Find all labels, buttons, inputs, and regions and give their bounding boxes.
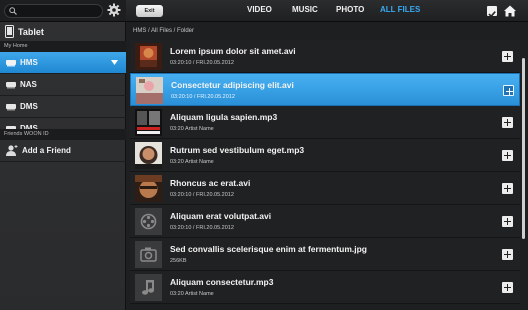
home-icon[interactable] (504, 5, 516, 17)
album-cover (135, 142, 162, 169)
add-button[interactable] (502, 249, 513, 260)
camera-icon (135, 241, 162, 268)
list-item[interactable]: Sed convallis scelerisque enim at fermen… (130, 238, 520, 271)
tablet-icon (5, 25, 14, 38)
file-meta: 03:20 Artist Name (170, 126, 214, 132)
file-meta: 03:20:10 / FRI.20.05.2012 (170, 60, 234, 66)
add-button[interactable] (502, 216, 513, 227)
sidebar-item-hms[interactable]: HMS (0, 52, 126, 74)
add-button[interactable] (503, 85, 514, 96)
add-button[interactable] (502, 117, 513, 128)
sidebar-item-nas[interactable]: NAS (0, 74, 126, 96)
tab-music[interactable]: MUSIC (292, 5, 318, 14)
file-meta: 03:20 Artist Name (170, 291, 214, 297)
add-friend-button[interactable]: Add a Friend (0, 140, 126, 162)
file-title: Consectetur adipiscing elit.avi (171, 80, 294, 90)
exit-button[interactable]: Exit (136, 5, 163, 17)
sidebar-item-label: DMS (20, 102, 38, 111)
video-thumbnail (136, 77, 163, 104)
sidebar-item-dms-1[interactable]: DMS (0, 96, 126, 118)
list-item[interactable]: Aliquam consectetur.mp3 03:20 Artist Nam… (130, 271, 520, 304)
scrollbar[interactable] (522, 58, 525, 239)
file-title: Aliquam consectetur.mp3 (170, 277, 274, 287)
video-thumbnail (135, 175, 162, 202)
search-box[interactable] (4, 4, 103, 18)
list-item[interactable]: Aliquam erat volutpat.avi 03:20:10 / FRI… (130, 205, 520, 238)
file-title: Aliquam ligula sapien.mp3 (170, 112, 278, 122)
section-header-my-home: My Home (0, 41, 126, 52)
sidebar: Tablet My Home HMS NAS DMS DMS Friends W… (0, 0, 126, 310)
file-meta: 03:20:10 / FRI.20.05.2012 (170, 192, 234, 198)
video-thumbnail (135, 43, 162, 70)
add-person-icon (6, 145, 18, 156)
top-bar: Exit VIDEO MUSIC PHOTO ALL FILES (126, 0, 528, 22)
file-title: Lorem ipsum dolor sit amet.avi (170, 46, 296, 56)
media-server-icon (6, 103, 16, 110)
file-title: Rutrum sed vestibulum eget.mp3 (170, 145, 305, 155)
tab-video[interactable]: VIDEO (247, 5, 272, 14)
file-meta: 03:20:10 / FRI.20.05.2012 (171, 94, 235, 100)
search-row (0, 0, 126, 22)
list-item[interactable]: Lorem ipsum dolor sit amet.avi 03:20:10 … (130, 40, 520, 73)
breadcrumb[interactable]: HMS / All Files / Folder (126, 22, 528, 40)
sidebar-item-label: NAS (20, 80, 37, 89)
add-button[interactable] (502, 51, 513, 62)
file-title: Sed convallis scelerisque enim at fermen… (170, 244, 367, 254)
file-meta: 03:20 Artist Name (170, 159, 214, 165)
music-note-icon (135, 274, 162, 301)
select-checkbox[interactable] (487, 6, 497, 18)
album-cover (135, 109, 162, 136)
film-reel-icon (135, 208, 162, 235)
file-title: Rhoncus ac erat.avi (170, 178, 251, 188)
search-icon (9, 7, 17, 15)
gear-icon[interactable] (107, 3, 121, 17)
add-button[interactable] (502, 150, 513, 161)
server-icon (6, 59, 16, 66)
list-item[interactable]: Rutrum sed vestibulum eget.mp3 03:20 Art… (130, 139, 520, 172)
sidebar-item-label: HMS (20, 58, 38, 67)
file-title: Aliquam erat volutpat.avi (170, 211, 272, 221)
list-item[interactable]: Rhoncus ac erat.avi 03:20:10 / FRI.20.05… (130, 172, 520, 205)
file-meta: 256KB (170, 258, 187, 264)
nas-icon (6, 81, 16, 88)
checkmark-icon (488, 11, 496, 18)
device-tablet: Tablet (0, 22, 126, 41)
tab-all-files[interactable]: ALL FILES (380, 5, 420, 14)
tab-photo[interactable]: PHOTO (336, 5, 364, 14)
section-header-friends: Friends WOON ID (0, 129, 126, 140)
list-item[interactable]: Consectetur adipiscing elit.avi 03:20:10… (130, 73, 520, 106)
list-item[interactable]: Aliquam ligula sapien.mp3 03:20 Artist N… (130, 106, 520, 139)
file-list: Lorem ipsum dolor sit amet.avi 03:20:10 … (130, 40, 520, 310)
add-button[interactable] (502, 282, 513, 293)
chevron-down-icon[interactable] (111, 60, 118, 65)
search-input[interactable] (19, 6, 101, 16)
add-friend-label: Add a Friend (22, 146, 71, 155)
add-button[interactable] (502, 183, 513, 194)
device-label: Tablet (18, 26, 44, 37)
file-meta: 03:20:10 / FRI.20.05.2012 (170, 225, 234, 231)
